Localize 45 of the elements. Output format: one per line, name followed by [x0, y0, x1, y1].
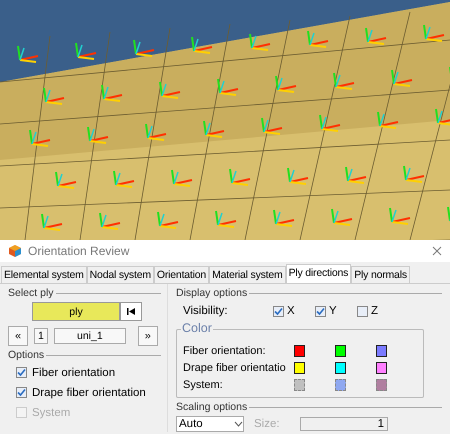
tab[interactable]: Nodal system	[86, 266, 154, 283]
checkbox-label: Z	[371, 305, 378, 317]
visibility-label: Visibility:	[183, 305, 229, 317]
app-icon	[8, 244, 22, 258]
checkbox[interactable]	[273, 306, 284, 316]
first-button[interactable]	[120, 302, 142, 321]
checkbox[interactable]	[315, 306, 326, 316]
checkbox-label: Fiber orientation	[32, 366, 116, 378]
color-label: Fiber orientation:	[183, 344, 267, 356]
tab[interactable]: Material system	[209, 266, 286, 283]
color-label: System:	[183, 378, 224, 390]
checkbox-label: System	[32, 406, 70, 418]
color-swatch[interactable]	[335, 344, 346, 356]
tab[interactable]: Orientation	[154, 266, 210, 283]
checkbox[interactable]	[16, 387, 27, 398]
caret-icon	[234, 421, 243, 427]
ply-button[interactable]: ply	[32, 302, 120, 321]
group-title: Display options	[176, 287, 248, 299]
tab[interactable]: Elemental system	[1, 266, 87, 283]
index-field[interactable]: 1	[34, 328, 48, 344]
checkbox-label: X	[287, 305, 295, 317]
tab[interactable]: Ply normals	[351, 266, 410, 283]
checkbox-label: Y	[329, 305, 337, 317]
checkbox[interactable]	[357, 306, 368, 316]
color-label: Drape fiber orientatio	[183, 362, 287, 374]
group-title: Select ply	[8, 287, 54, 299]
skip-back-icon	[127, 308, 135, 315]
next-button[interactable]: »	[138, 326, 158, 346]
color-swatch[interactable]	[376, 362, 388, 374]
scaling-dropdown[interactable]: Auto	[176, 416, 244, 432]
group-title: Scaling options	[176, 401, 248, 413]
color-swatch[interactable]	[376, 344, 388, 356]
size-label: Size:	[254, 418, 281, 430]
color-swatch[interactable]	[335, 362, 346, 374]
close-icon[interactable]	[432, 246, 442, 256]
group-title: Options	[8, 349, 44, 361]
ply-name-field[interactable]: uni_1	[54, 328, 126, 344]
checkbox-label: Drape fiber orientation	[32, 386, 146, 398]
window-title: Orientation Review	[28, 244, 130, 258]
checkbox[interactable]	[16, 367, 27, 378]
group-title: Color	[181, 321, 213, 335]
tab[interactable]: Ply directions	[286, 264, 352, 283]
color-swatch[interactable]	[294, 362, 306, 374]
color-swatch[interactable]	[294, 344, 306, 356]
previous-button[interactable]: «	[8, 326, 28, 346]
